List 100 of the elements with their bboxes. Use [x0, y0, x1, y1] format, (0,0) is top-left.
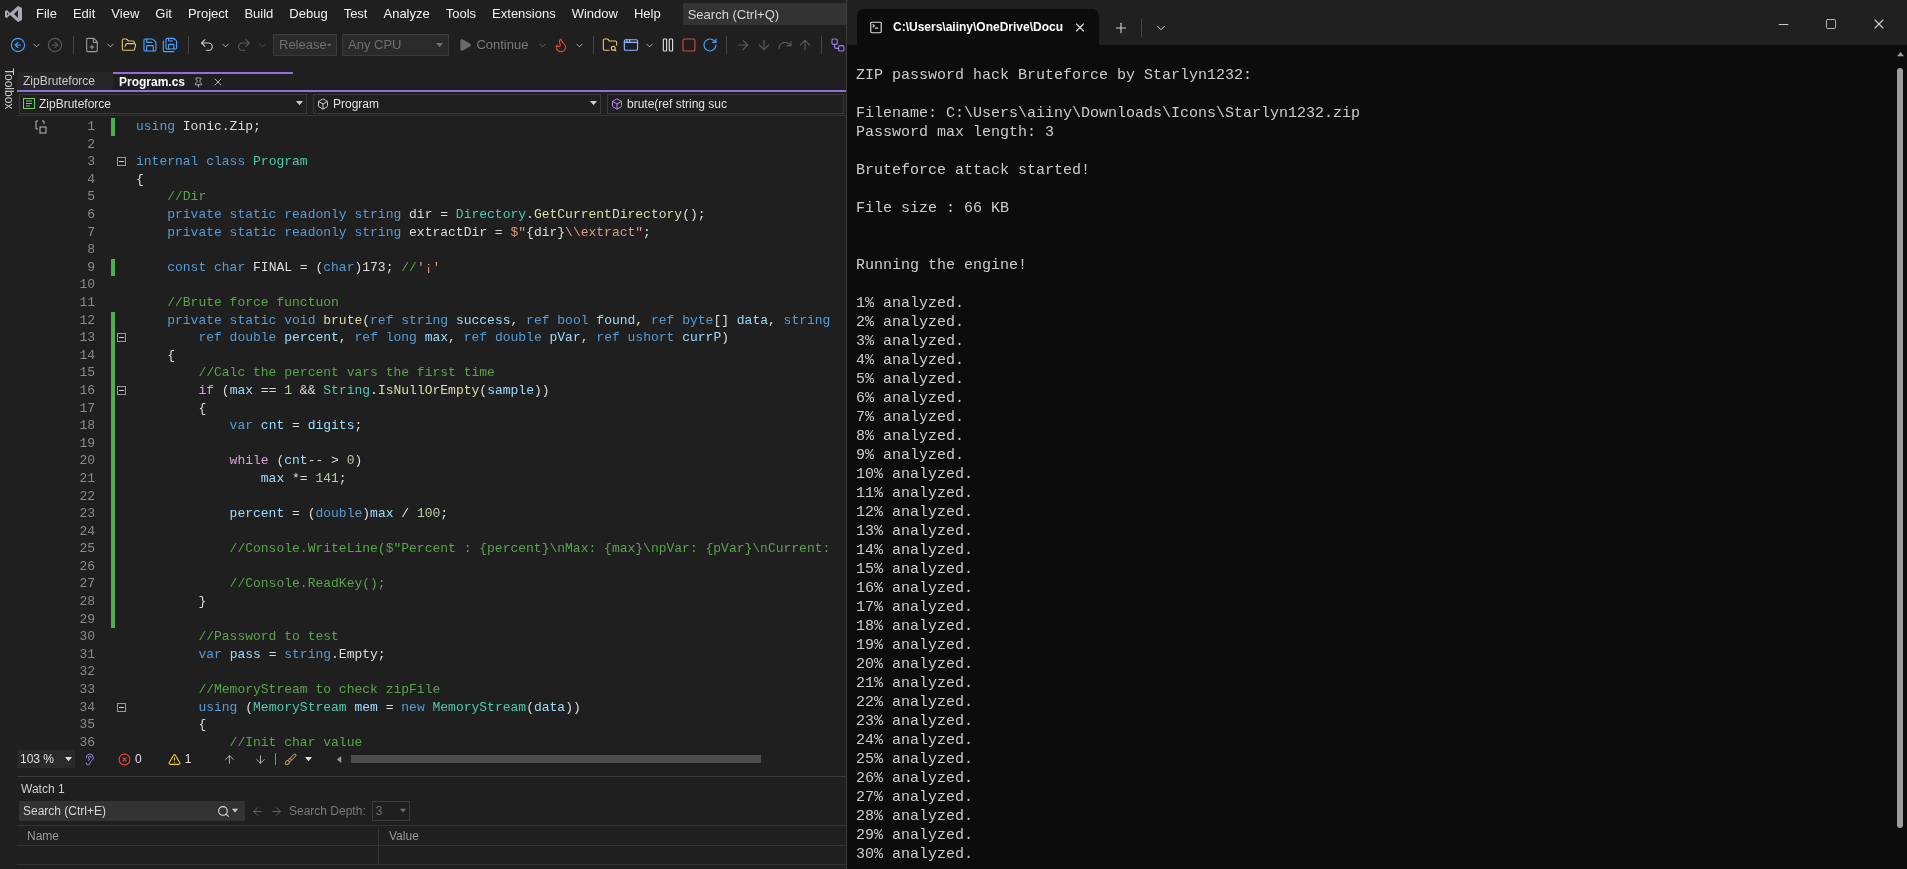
- code-line: const char FINAL = (char)173; //'¡': [166, 258, 441, 277]
- collapse-icon[interactable]: [117, 157, 126, 167]
- back-arrow-icon[interactable]: [251, 804, 264, 818]
- code-line: internal class Program: [136, 153, 308, 172]
- code-line: //Password to test: [197, 628, 339, 647]
- console-line: Bruteforce attack started!: [856, 161, 1091, 180]
- navigation-dropdown[interactable]: Program: [313, 93, 601, 114]
- terminal-icon: [869, 19, 883, 35]
- column-header[interactable]: Value: [379, 826, 429, 845]
- menu-item[interactable]: Git: [147, 4, 180, 24]
- using-icon: [35, 120, 47, 134]
- save-icon[interactable]: [141, 37, 158, 53]
- navigation-dropdown[interactable]: ZipBruteforce: [19, 93, 307, 114]
- play-icon: [458, 38, 473, 52]
- error-count[interactable]: 0: [135, 750, 142, 768]
- caret-icon[interactable]: [231, 808, 238, 814]
- restart-icon[interactable]: [701, 37, 718, 53]
- menu-item[interactable]: Debug: [281, 4, 336, 24]
- logo-icon: [5, 5, 23, 23]
- code-line: {: [136, 170, 144, 189]
- console-line: 1% analyzed.: [856, 294, 965, 313]
- menu-item[interactable]: Extensions: [484, 4, 564, 24]
- code-line: {: [166, 346, 175, 365]
- column-header[interactable]: Name: [17, 826, 379, 845]
- menu-item[interactable]: Help: [625, 4, 669, 24]
- panel-title[interactable]: Watch 1: [17, 777, 69, 801]
- method-icon: [611, 97, 623, 110]
- line-number: 36: [78, 733, 95, 750]
- code-line: //Console.ReadKey();: [228, 575, 386, 594]
- line-number: 21: [78, 469, 95, 488]
- line-number: 19: [78, 434, 95, 453]
- window-icon[interactable]: [623, 37, 640, 53]
- search-field[interactable]: Search (Ctrl+Q): [682, 3, 846, 25]
- arrow-down-icon[interactable]: [254, 752, 268, 766]
- diagram-icon[interactable]: [830, 37, 847, 53]
- console-line: 22% analyzed.: [856, 693, 974, 712]
- console-line: Filename: C:\Users\aiiny\Downloads\Icons\Starlyn1232.zip: [856, 104, 1361, 123]
- menu-item[interactable]: Project: [179, 4, 237, 24]
- terminal-tab[interactable]: C:\Users\aiiny\OneDrive\Docu: [857, 9, 1099, 45]
- line-number: 18: [78, 417, 95, 436]
- maximize-icon[interactable]: [1825, 18, 1837, 30]
- arrow-up-icon[interactable]: [223, 752, 237, 766]
- menu-item[interactable]: Edit: [64, 4, 104, 24]
- console-line: 12% analyzed.: [856, 503, 974, 522]
- line-number: 24: [78, 522, 95, 541]
- new-tab-icon[interactable]: [1113, 20, 1129, 36]
- console-line: 27% analyzed.: [856, 788, 974, 807]
- caret-icon[interactable]: [1896, 51, 1904, 58]
- line-number: 3: [86, 153, 95, 172]
- line-number: 25: [78, 540, 95, 559]
- forward-arrow-icon[interactable]: [270, 804, 283, 818]
- menu-item[interactable]: Analyze: [375, 4, 438, 24]
- collapse-icon[interactable]: [117, 333, 126, 343]
- code-line: {: [197, 716, 207, 735]
- code-line: var pass = string.Empty;: [197, 645, 386, 664]
- collapse-icon[interactable]: [117, 386, 126, 396]
- console-line: 16% analyzed.: [856, 579, 974, 598]
- save-all-icon[interactable]: [162, 37, 179, 53]
- caret-icon[interactable]: [296, 100, 303, 107]
- document-tab[interactable]: ZipBruteforce: [17, 72, 113, 90]
- console-line: 17% analyzed.: [856, 598, 974, 617]
- vertical-scrollbar[interactable]: [1897, 68, 1903, 828]
- collapse-icon[interactable]: [117, 702, 126, 712]
- menu-item[interactable]: View: [103, 4, 148, 24]
- caret-icon[interactable]: [336, 755, 344, 763]
- pin-icon[interactable]: [193, 76, 205, 88]
- menu-item[interactable]: Tools: [437, 4, 485, 24]
- warning-count[interactable]: 1: [184, 750, 192, 768]
- menu-item[interactable]: File: [28, 4, 65, 24]
- menu-item[interactable]: Build: [236, 4, 282, 24]
- line-number: 29: [78, 610, 95, 629]
- folder-search-icon[interactable]: [602, 37, 619, 53]
- document-tab[interactable]: Program.cs: [113, 72, 293, 90]
- console-line: File size : 66 KB: [856, 199, 1010, 218]
- back-icon[interactable]: [10, 37, 26, 53]
- search-button[interactable]: [209, 801, 245, 821]
- code-line: {: [197, 399, 207, 418]
- new-file-icon[interactable]: [83, 37, 100, 53]
- ear-icon[interactable]: [83, 752, 96, 766]
- caret-icon[interactable]: [590, 100, 597, 107]
- search-field[interactable]: Search (Ctrl+E): [19, 801, 209, 821]
- line-number: 34: [78, 698, 95, 717]
- folder-icon[interactable]: [120, 37, 137, 53]
- menu-item[interactable]: Window: [563, 4, 626, 24]
- line-number: 9: [86, 258, 95, 277]
- menu-item[interactable]: Test: [335, 4, 376, 24]
- caret-icon[interactable]: [65, 755, 72, 763]
- caret-icon[interactable]: [305, 755, 313, 763]
- code-line: if (max == 1 && String.IsNullOrEmpty(sample)): [197, 381, 550, 400]
- zoom-dropdown[interactable]: 103 %: [17, 750, 75, 768]
- line-number: 12: [78, 311, 95, 330]
- brush-icon[interactable]: [284, 752, 298, 766]
- code-line: }: [197, 593, 207, 612]
- undo-icon[interactable]: [199, 37, 216, 53]
- horizontal-scrollbar[interactable]: [351, 755, 762, 763]
- navigation-dropdown[interactable]: brute(ref string suc: [607, 93, 844, 114]
- line-number: 15: [78, 364, 95, 383]
- side-tab[interactable]: Toolbox: [0, 68, 18, 110]
- line-number: 16: [78, 381, 95, 400]
- line-number: 17: [78, 399, 95, 418]
